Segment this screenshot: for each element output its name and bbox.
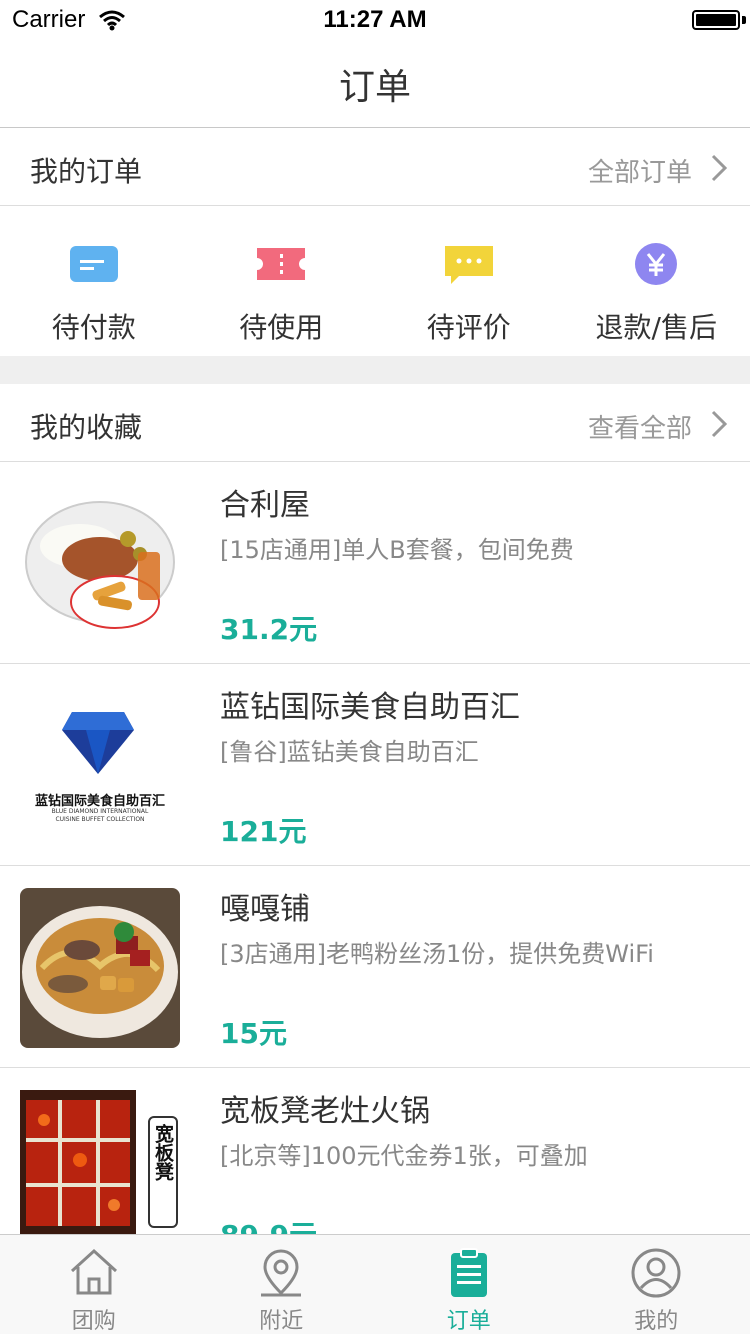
item-price: 121元 [220, 815, 307, 848]
status-label: 待使用 [239, 311, 324, 344]
item-name: 宽板凳老灶火锅 [220, 1094, 430, 1129]
nav-bar: 订单 [0, 40, 750, 128]
tab-bar: 团购 附近 订单 我的 [0, 1234, 750, 1334]
order-status-row: 待付款 待使用 待评价 退款/售后 [0, 206, 750, 356]
status-label: 退款/售后 [595, 311, 717, 344]
yen-icon [635, 243, 678, 285]
item-name: 嘎嘎铺 [220, 892, 310, 927]
card-icon [69, 246, 118, 282]
list-item[interactable]: 嘎嘎铺 [3店通用]老鸭粉丝汤1份，提供免费WiFi 15元 [0, 866, 750, 1068]
tab-mine[interactable]: 我的 [563, 1235, 750, 1334]
page-title: 订单 [338, 67, 411, 108]
battery-tip [742, 16, 746, 24]
location-pin-icon [261, 1249, 302, 1297]
battery-icon [692, 10, 740, 30]
section-divider [0, 356, 750, 384]
tab-label: 团购 [71, 1309, 116, 1334]
diamond-icon [62, 712, 134, 774]
status-pending-payment[interactable]: 待付款 [0, 206, 188, 356]
item-price: 31.2元 [220, 613, 318, 646]
home-icon [70, 1248, 117, 1295]
chevron-right-icon [711, 410, 728, 438]
tab-orders[interactable]: 订单 [375, 1235, 563, 1334]
status-to-use[interactable]: 待使用 [188, 206, 376, 356]
my-favorites-header[interactable]: 我的收藏 查看全部 [0, 384, 750, 462]
view-all-link[interactable]: 查看全部 [588, 408, 692, 445]
status-label: 待付款 [51, 311, 136, 344]
favorites-list: 合利屋 [15店通用]单人B套餐，包间免费 31.2元 蓝钻国际美食自助百汇 B… [0, 462, 750, 1234]
item-description: [3店通用]老鸭粉丝汤1份，提供免费WiFi [220, 940, 654, 968]
item-description: [北京等]100元代金券1张，可叠加 [220, 1142, 588, 1170]
item-description: [15店通用]单人B套餐，包间免费 [220, 536, 574, 564]
list-item[interactable]: 合利屋 [15店通用]单人B套餐，包间免费 31.2元 [0, 462, 750, 664]
tab-label: 订单 [446, 1309, 491, 1334]
status-label: 待评价 [426, 311, 511, 344]
item-price: 89.9元 [220, 1214, 317, 1234]
shop-sign: 宽板凳 [148, 1116, 178, 1228]
blue-diamond-logo-thumbnail: 蓝钻国际美食自助百汇 BLUE DIAMOND INTERNATIONAL CU… [20, 686, 180, 846]
my-orders-title: 我的订单 [30, 155, 143, 188]
list-item[interactable]: 蓝钻国际美食自助百汇 BLUE DIAMOND INTERNATIONAL CU… [0, 664, 750, 866]
logo-text: 蓝钻国际美食自助百汇 [34, 794, 165, 809]
shop-sign-text: 宽板凳 [152, 1124, 174, 1181]
item-description: [鲁谷]蓝钻美食自助百汇 [220, 738, 479, 766]
status-to-review[interactable]: 待评价 [375, 206, 563, 356]
hotpot-thumbnail: 宽板凳 [20, 1090, 180, 1234]
clipboard-icon [450, 1248, 487, 1297]
status-bar: Carrier 11:27 AM [0, 0, 750, 40]
status-refund[interactable]: 退款/售后 [563, 206, 750, 356]
tab-label: 附近 [259, 1309, 304, 1334]
list-item[interactable]: 宽板凳 宽板凳老灶火锅 [北京等]100元代金券1张，可叠加 89.9元 [0, 1068, 750, 1234]
tab-nearby[interactable]: 附近 [188, 1235, 376, 1334]
ticket-icon [257, 248, 306, 280]
tab-label: 我的 [634, 1309, 679, 1334]
noodle-soup-thumbnail [20, 888, 180, 1048]
my-favorites-title: 我的收藏 [30, 411, 143, 444]
logo-subtext: CUISINE BUFFET COLLECTION [55, 816, 145, 823]
food-plate-thumbnail [20, 484, 180, 644]
item-price: 15元 [220, 1017, 287, 1050]
logo-subtext: BLUE DIAMOND INTERNATIONAL [51, 808, 149, 815]
item-name: 蓝钻国际美食自助百汇 [220, 690, 520, 725]
item-name: 合利屋 [220, 488, 310, 523]
clock: 11:27 AM [323, 6, 427, 33]
hotpot-photo [20, 1090, 136, 1234]
user-icon [631, 1248, 681, 1298]
comment-icon [444, 246, 493, 284]
my-orders-header[interactable]: 我的订单 全部订单 [0, 128, 750, 206]
chevron-right-icon [711, 154, 728, 182]
tab-group-buy[interactable]: 团购 [0, 1235, 188, 1334]
all-orders-link[interactable]: 全部订单 [588, 152, 692, 189]
